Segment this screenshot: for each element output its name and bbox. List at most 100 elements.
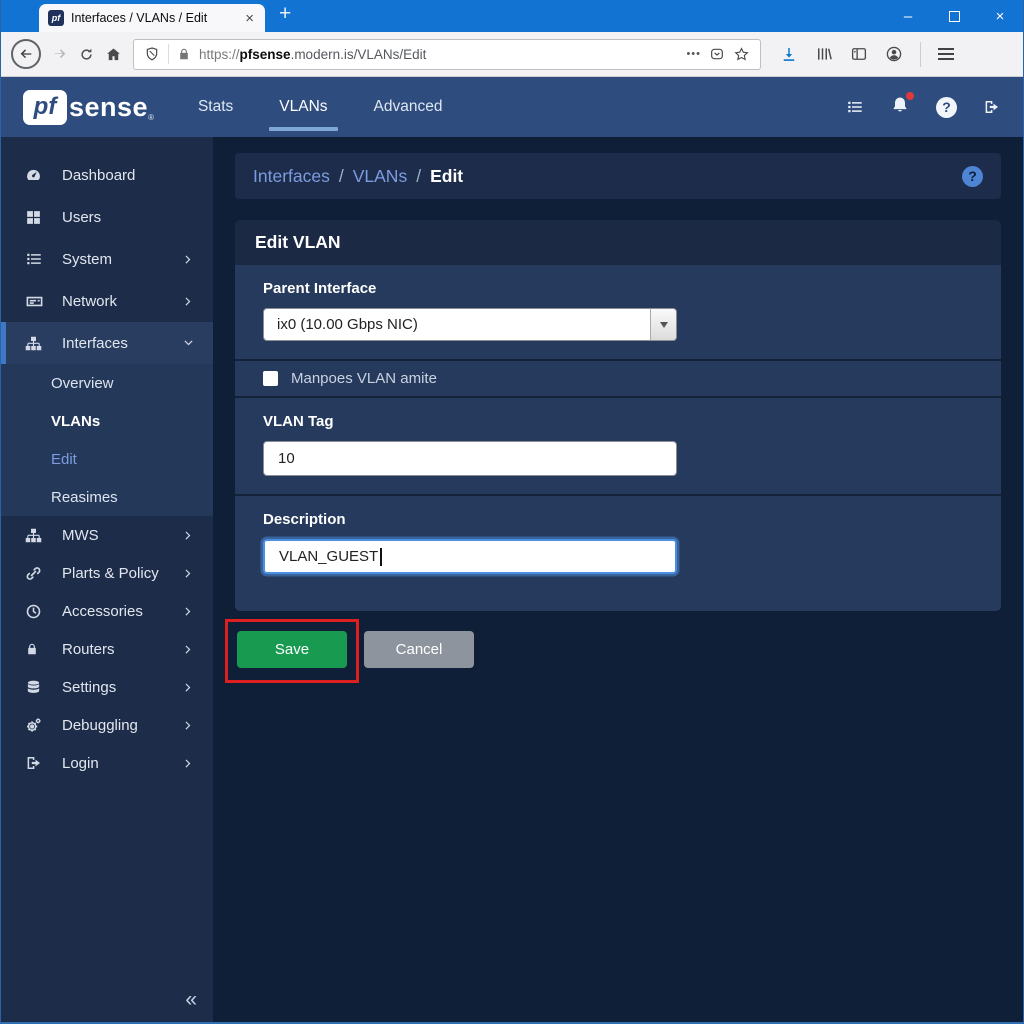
home-icon <box>105 46 122 63</box>
back-button[interactable] <box>11 39 41 69</box>
reload-button[interactable] <box>79 47 94 62</box>
sidebar-item-network[interactable]: Network <box>1 280 213 322</box>
database-icon <box>25 679 45 696</box>
sitemap-icon <box>25 335 45 352</box>
save-button[interactable]: Save <box>237 631 347 668</box>
window-minimize-button[interactable]: – <box>885 0 931 32</box>
nav-item-vlans[interactable]: VLANs <box>279 77 327 137</box>
sidebar-item-label: Dashboard <box>62 167 195 184</box>
sidebar-subitem-reasimes[interactable]: Reasimes <box>1 478 213 516</box>
tab-close-icon[interactable]: × <box>243 10 256 27</box>
sign-out-icon <box>25 754 45 772</box>
breadcrumb-vlans[interactable]: VLANs <box>353 166 407 187</box>
https-lock-icon[interactable] <box>177 47 191 61</box>
vlan-checkbox-row: Manpoes VLAN amite <box>235 361 1001 398</box>
url-divider <box>168 44 169 64</box>
window-maximize-button[interactable] <box>931 0 977 32</box>
vlan-tag-row: VLAN Tag 10 <box>235 398 1001 496</box>
vlan-checkbox[interactable] <box>263 371 278 386</box>
sidebar-item-routers[interactable]: Routers <box>1 630 213 668</box>
sidebar-item-login[interactable]: Login <box>1 744 213 782</box>
pfsense-favicon-icon: pf <box>48 10 64 26</box>
account-icon[interactable] <box>885 45 903 63</box>
menu-icon[interactable] <box>938 48 954 60</box>
pfsense-logo[interactable]: pf sense ® <box>23 90 154 125</box>
breadcrumb-separator: / <box>416 166 421 187</box>
url-bar[interactable]: https://pfsense.modern.is/VLANs/Edit ••• <box>133 39 761 70</box>
bookmark-star-icon[interactable] <box>733 46 750 63</box>
nav-item-advanced[interactable]: Advanced <box>374 77 443 137</box>
maximize-icon <box>949 11 960 22</box>
page-actions-icon[interactable]: ••• <box>686 48 701 60</box>
toolbar-divider <box>920 42 921 67</box>
pfsense-header: pf sense ® Stats VLANs Advanced ? <box>1 77 1023 137</box>
parent-interface-value: ix0 (10.00 Gbps NIC) <box>264 316 650 333</box>
sidebar-subitem-overview[interactable]: Overview <box>1 364 213 402</box>
clock-icon <box>25 603 45 620</box>
chevron-right-icon <box>182 295 195 308</box>
sidebar-item-dashboard[interactable]: Dashboard <box>1 154 213 196</box>
sidebar-item-mws[interactable]: MWS <box>1 516 213 554</box>
browser-toolbar: https://pfsense.modern.is/VLANs/Edit ••• <box>1 32 1023 77</box>
sidebar-item-users[interactable]: Users <box>1 196 213 238</box>
forward-arrow-icon <box>52 46 68 62</box>
new-tab-button[interactable]: + <box>279 2 291 26</box>
breadcrumb: Interfaces / VLANs / Edit ? <box>235 153 1001 199</box>
window-close-button[interactable]: × <box>977 0 1023 32</box>
grid-icon <box>25 209 45 226</box>
tachometer-icon <box>25 167 45 184</box>
sidebar-item-system[interactable]: System <box>1 238 213 280</box>
notifications-button[interactable] <box>890 95 910 120</box>
panel-title: Edit VLAN <box>235 220 1001 265</box>
vlan-checkbox-label[interactable]: Manpoes VLAN amite <box>291 370 437 387</box>
sidebar-item-accessories[interactable]: Accessories <box>1 592 213 630</box>
main-content: Interfaces / VLANs / Edit ? Edit VLAN Pa… <box>213 137 1023 1022</box>
url-text[interactable]: https://pfsense.modern.is/VLANs/Edit <box>199 47 678 62</box>
breadcrumb-edit: Edit <box>430 166 463 187</box>
notification-badge <box>906 92 914 100</box>
reload-icon <box>79 47 94 62</box>
help-icon[interactable]: ? <box>936 97 957 118</box>
nav-item-stats[interactable]: Stats <box>198 77 233 137</box>
logout-icon[interactable] <box>983 98 1001 116</box>
tab-title: Interfaces / VLANs / Edit <box>71 11 236 25</box>
sidebar-item-label: Network <box>62 293 182 310</box>
page-help-icon[interactable]: ? <box>962 166 983 187</box>
list-icon[interactable] <box>846 98 864 116</box>
sidebar-item-label: Debuggling <box>62 717 182 734</box>
parent-interface-select[interactable]: ix0 (10.00 Gbps NIC) <box>263 308 677 341</box>
pocket-icon[interactable] <box>709 46 725 62</box>
forward-button[interactable] <box>52 46 68 62</box>
sidebar-collapse-button[interactable]: « <box>185 988 197 1012</box>
text-caret <box>380 548 382 566</box>
vlan-tag-input[interactable]: 10 <box>263 441 677 476</box>
downloads-icon[interactable] <box>780 45 798 63</box>
sidebar-subitem-vlans[interactable]: VLANs <box>1 402 213 440</box>
sidebar-toggle-icon[interactable] <box>850 45 868 63</box>
cancel-button[interactable]: Cancel <box>364 631 474 668</box>
sidebar-item-debuggling[interactable]: Debuggling <box>1 706 213 744</box>
sidebar-subitem-edit[interactable]: Edit <box>1 440 213 478</box>
breadcrumb-interfaces[interactable]: Interfaces <box>253 166 330 187</box>
sidebar-item-label: Settings <box>62 679 182 696</box>
description-input[interactable]: VLAN_GUEST <box>263 539 677 574</box>
tracking-protection-shield-icon[interactable] <box>144 46 160 62</box>
url-path: .modern.is/VLANs/Edit <box>291 47 427 62</box>
chevron-right-icon <box>182 253 195 266</box>
pfsense-logo-mark: pf <box>23 90 67 125</box>
description-value: VLAN_GUEST <box>279 548 378 565</box>
link-icon <box>25 565 45 582</box>
home-button[interactable] <box>105 46 122 63</box>
chevron-right-icon <box>182 529 195 542</box>
vlan-tag-label: VLAN Tag <box>263 413 981 430</box>
sidebar-item-settings[interactable]: Settings <box>1 668 213 706</box>
sidebar-item-label: MWS <box>62 527 182 544</box>
library-icon[interactable] <box>815 45 833 63</box>
browser-tab[interactable]: pf Interfaces / VLANs / Edit × <box>39 4 265 32</box>
registered-mark: ® <box>148 113 154 122</box>
sidebar-item-interfaces[interactable]: Interfaces <box>1 322 213 364</box>
sidebar-item-plarts-policy[interactable]: Plarts & Policy <box>1 554 213 592</box>
list-icon <box>25 250 45 268</box>
pfsense-logo-text: sense <box>69 90 148 125</box>
select-dropdown-icon[interactable] <box>650 309 676 340</box>
